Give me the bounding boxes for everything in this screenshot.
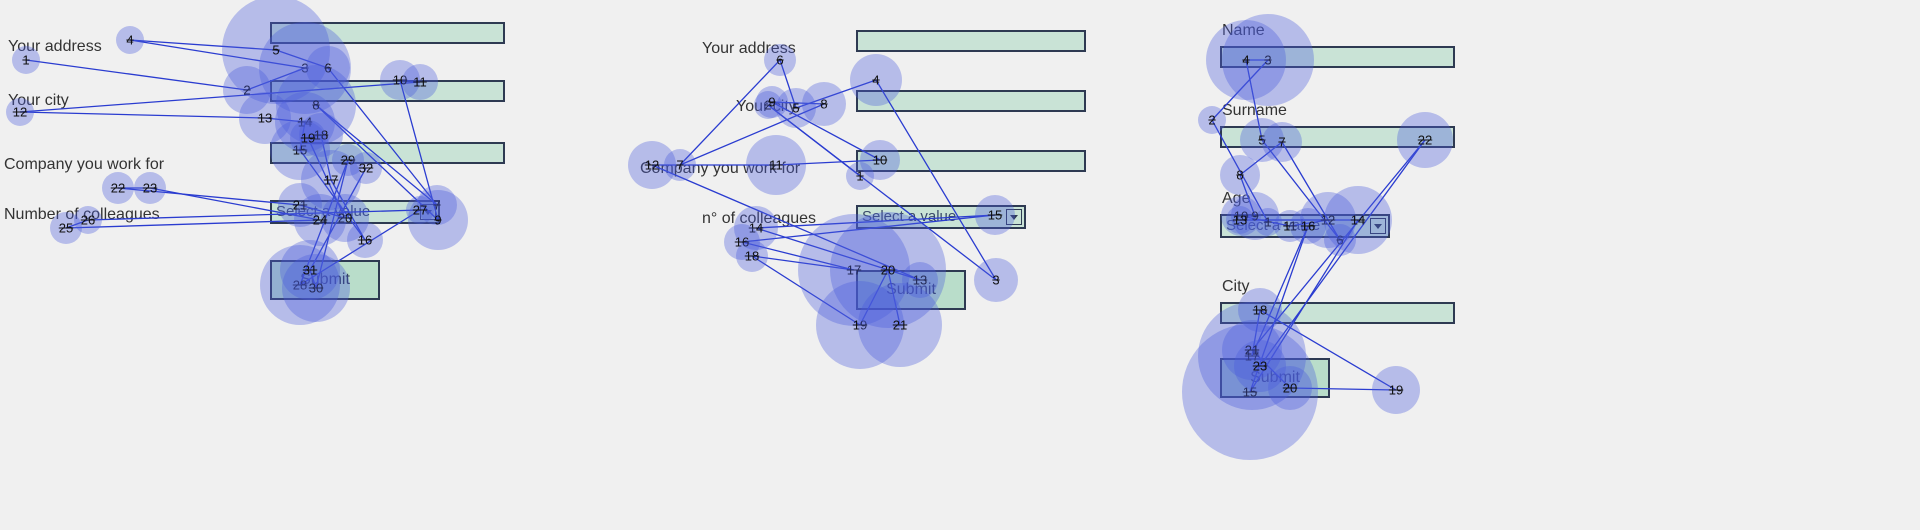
fixation-dot bbox=[802, 82, 846, 126]
fixation-label: 19 bbox=[1389, 383, 1403, 398]
panel-a: Your address Your city Company you work fo… bbox=[0, 10, 530, 390]
chevron-down-icon[interactable] bbox=[1006, 209, 1022, 225]
input-address[interactable] bbox=[270, 22, 505, 44]
select-coll[interactable]: Select a value bbox=[270, 200, 440, 224]
fixation-label: 21 bbox=[1245, 343, 1259, 358]
fixation-label: 23 bbox=[143, 181, 157, 196]
fixation-dot bbox=[134, 172, 166, 204]
panel-c: NameSurnameAgeCitySelect a valueSubmit12… bbox=[1190, 10, 1490, 460]
input-company[interactable] bbox=[270, 142, 505, 164]
input-address-b[interactable] bbox=[856, 30, 1086, 52]
input-city-c[interactable] bbox=[1220, 302, 1455, 324]
fixation-dot bbox=[1372, 366, 1420, 414]
chevron-down-icon[interactable] bbox=[420, 204, 436, 220]
label-name-c: Name bbox=[1222, 22, 1265, 40]
fixation-label: 5 bbox=[272, 43, 279, 58]
fixation-label: 17 bbox=[324, 173, 338, 188]
label-coll: Number of colleagues bbox=[4, 206, 160, 224]
label-address: Your address bbox=[8, 38, 102, 56]
fixation-label: 8 bbox=[1236, 168, 1243, 183]
input-city[interactable] bbox=[270, 80, 505, 102]
fixation-label: 21 bbox=[893, 318, 907, 333]
fixation-label: 3 bbox=[301, 61, 308, 76]
label-surname-c: Surname bbox=[1222, 102, 1287, 120]
fixation-label: 8 bbox=[820, 97, 827, 112]
submit-a[interactable]: Submit bbox=[270, 260, 380, 300]
label-city-b: Your city bbox=[736, 98, 797, 116]
fixation-dot bbox=[724, 224, 760, 260]
fixation-dot bbox=[347, 222, 383, 258]
panel-a-fixations: 1234567891011121314151617181920212223242… bbox=[0, 10, 530, 390]
select-age-c-text: Select a value bbox=[1226, 217, 1320, 234]
input-name-c[interactable] bbox=[1220, 46, 1455, 68]
fixation-dot bbox=[276, 65, 356, 145]
fixation-dot bbox=[1220, 155, 1260, 195]
fixation-label: 18 bbox=[314, 128, 328, 143]
label-age-c: Age bbox=[1222, 190, 1250, 208]
label-company-b: Company you work for bbox=[640, 160, 800, 178]
fixation-dot bbox=[102, 172, 134, 204]
select-coll-text: Select a value bbox=[276, 203, 370, 220]
select-age-c[interactable]: Select a value bbox=[1220, 214, 1390, 238]
fixation-dot bbox=[736, 240, 768, 272]
fixation-label: 16 bbox=[735, 235, 749, 250]
select-coll-b[interactable]: Select a value bbox=[856, 205, 1026, 229]
fixation-dot bbox=[223, 66, 271, 114]
fixation-label: 6 bbox=[324, 61, 331, 76]
label-city-c: City bbox=[1222, 278, 1250, 296]
input-surname-c[interactable] bbox=[1220, 126, 1455, 148]
chevron-down-icon[interactable] bbox=[1370, 218, 1386, 234]
input-city-b[interactable] bbox=[856, 90, 1086, 112]
fixation-label: 2 bbox=[1208, 113, 1215, 128]
submit-b[interactable]: Submit bbox=[856, 270, 966, 310]
select-coll-b-text: Select a value bbox=[862, 208, 956, 225]
panel-a-saccades bbox=[0, 10, 530, 390]
fixation-label: 2 bbox=[243, 83, 250, 98]
fixation-dot bbox=[116, 26, 144, 54]
label-address-b: Your address bbox=[702, 40, 796, 58]
submit-c[interactable]: Submit bbox=[1220, 358, 1330, 398]
input-company-b[interactable] bbox=[856, 150, 1086, 172]
fixation-label: 3 bbox=[992, 273, 999, 288]
fixation-label: 18 bbox=[745, 249, 759, 264]
fixation-label: 19 bbox=[853, 318, 867, 333]
fixation-label: 22 bbox=[111, 181, 125, 196]
panel-b: Your address Your city Company you work fo… bbox=[580, 10, 1100, 420]
label-company: Company you work for bbox=[4, 156, 164, 174]
label-city: Your city bbox=[8, 92, 69, 110]
fixation-label: 13 bbox=[258, 111, 272, 126]
fixation-label: 4 bbox=[126, 33, 133, 48]
stage: Your address Your city Company you work fo… bbox=[0, 0, 1920, 530]
fixation-label: 4 bbox=[872, 73, 879, 88]
fixation-label: 14 bbox=[298, 115, 312, 130]
fixation-dot bbox=[974, 258, 1018, 302]
fixation-label: 16 bbox=[358, 233, 372, 248]
label-coll-b: n° of colleagues bbox=[702, 210, 816, 228]
